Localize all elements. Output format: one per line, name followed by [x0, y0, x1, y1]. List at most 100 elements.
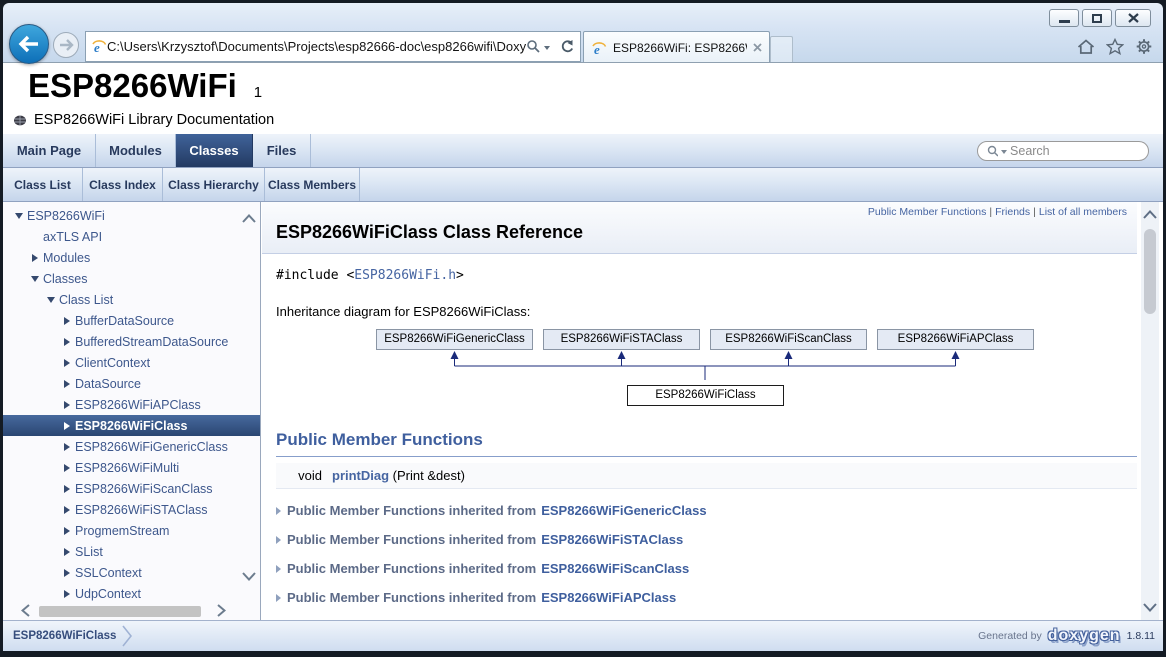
home-icon[interactable]	[1077, 38, 1095, 55]
inherited-prefix: Public Member Functions inherited from	[287, 561, 536, 576]
tree-arrow-icon[interactable]	[27, 268, 43, 289]
tree-arrow-icon[interactable]	[59, 562, 75, 583]
tab-class-hierarchy[interactable]: Class Hierarchy	[163, 168, 265, 201]
url-dropdown-caret-icon[interactable]	[544, 46, 550, 50]
tree-arrow-icon[interactable]	[11, 205, 27, 226]
tree-item-bufferedstreamdatasource[interactable]: BufferedStreamDataSource	[3, 331, 260, 352]
tree-item-modules[interactable]: Modules	[3, 247, 260, 268]
inherited-class-link[interactable]: ESP8266WiFiAPClass	[541, 590, 676, 605]
inherited-section-staclass[interactable]: Public Member Functions inherited from E…	[276, 532, 1137, 547]
address-bar[interactable]: e C:\Users\Krzysztof\Documents\Projects\…	[85, 31, 581, 62]
tab-main-page[interactable]: Main Page	[3, 134, 96, 167]
tree-arrow-icon[interactable]	[59, 478, 75, 499]
inherited-class-link[interactable]: ESP8266WiFiSTAClass	[541, 532, 683, 547]
tab-class-list[interactable]: Class List	[3, 168, 83, 201]
new-tab-button[interactable]	[770, 36, 793, 63]
minimize-button[interactable]	[1049, 9, 1079, 27]
doxygen-page: ESP8266WiFi1 ESP8266WiFi Library Documen…	[3, 62, 1163, 651]
diagram-node-scanclass[interactable]: ESP8266WiFiScanClass	[710, 329, 867, 350]
tree-arrow-icon[interactable]	[59, 541, 75, 562]
tree-item-esp8266wifiapclass[interactable]: ESP8266WiFiAPClass	[3, 394, 260, 415]
inherited-section-scanclass[interactable]: Public Member Functions inherited from E…	[276, 561, 1137, 576]
tree-item-progmemstream[interactable]: ProgmemStream	[3, 520, 260, 541]
tree-item-axtls-api[interactable]: axTLS API	[3, 226, 260, 247]
tree-item-esp8266wifiscanclass[interactable]: ESP8266WiFiScanClass	[3, 478, 260, 499]
content-scroll-thumb[interactable]	[1144, 229, 1156, 314]
tree-item-esp8266wificlass[interactable]: ESP8266WiFiClass	[3, 415, 260, 436]
expand-arrow-icon	[276, 565, 281, 573]
navpath-footer: ESP8266WiFiClass Generated by doxygen 1.…	[3, 620, 1163, 651]
diagram-node-apclass[interactable]: ESP8266WiFiAPClass	[877, 329, 1034, 350]
content-scroll-down-icon[interactable]	[1143, 603, 1157, 612]
tree-scroll-down-icon[interactable]	[242, 572, 256, 581]
content-scroll-up-icon[interactable]	[1143, 210, 1157, 219]
include-file-link[interactable]: ESP8266WiFi.h	[354, 268, 456, 283]
include-suffix: >	[456, 268, 464, 283]
settings-gear-icon[interactable]	[1135, 38, 1153, 55]
tree-arrow-icon[interactable]	[59, 436, 75, 457]
tree-item-esp8266wifimulti[interactable]: ESP8266WiFiMulti	[3, 457, 260, 478]
search-options-caret-icon[interactable]	[1001, 150, 1007, 154]
search-box[interactable]	[977, 141, 1149, 161]
tree-item-esp8266wifistaclass[interactable]: ESP8266WiFiSTAClass	[3, 499, 260, 520]
tree-item-label: ESP8266WiFiScanClass	[75, 482, 213, 496]
tree-arrow-icon[interactable]	[59, 457, 75, 478]
inherited-class-link[interactable]: ESP8266WiFiGenericClass	[541, 503, 706, 518]
tree-arrow-icon[interactable]	[59, 373, 75, 394]
forward-button[interactable]	[53, 32, 79, 58]
tree-arrow-icon[interactable]	[59, 520, 75, 541]
inherited-section-genericclass[interactable]: Public Member Functions inherited from E…	[276, 503, 1137, 518]
inherited-section-apclass[interactable]: Public Member Functions inherited from E…	[276, 590, 1137, 605]
diagram-node-genericclass[interactable]: ESP8266WiFiGenericClass	[376, 329, 533, 350]
tab-close-icon[interactable]	[753, 43, 762, 52]
diagram-node-staclass[interactable]: ESP8266WiFiSTAClass	[543, 329, 700, 350]
tree-item-esp8266wifigenericclass[interactable]: ESP8266WiFiGenericClass	[3, 436, 260, 457]
tree-arrow-icon[interactable]	[59, 310, 75, 331]
tree-item-datasource[interactable]: DataSource	[3, 373, 260, 394]
tree-item-esp8266wifi[interactable]: ESP8266WiFi	[3, 205, 260, 226]
tree-arrow-icon[interactable]	[59, 394, 75, 415]
maximize-button[interactable]	[1082, 9, 1112, 27]
search-input[interactable]	[1010, 144, 1139, 158]
tree-scroll-right-icon[interactable]	[217, 604, 226, 617]
tree-item-bufferdatasource[interactable]: BufferDataSource	[3, 310, 260, 331]
tree-item-sslcontext[interactable]: SSLContext	[3, 562, 260, 583]
close-button[interactable]	[1115, 9, 1151, 27]
tree-scroll-left-icon[interactable]	[21, 604, 30, 617]
refresh-icon[interactable]	[559, 39, 575, 55]
tree-arrow-icon[interactable]	[59, 352, 75, 373]
tab-class-members[interactable]: Class Members	[265, 168, 360, 201]
tree-arrow-icon[interactable]	[43, 289, 59, 310]
inherited-class-link[interactable]: ESP8266WiFiScanClass	[541, 561, 689, 576]
search-url-icon[interactable]	[526, 39, 541, 54]
tree-arrow-icon[interactable]	[27, 247, 43, 268]
tree-arrow-icon[interactable]	[59, 499, 75, 520]
doxygen-logo[interactable]: doxygen	[1048, 627, 1121, 645]
summary-link-all-members[interactable]: List of all members	[1039, 206, 1127, 218]
favorites-star-icon[interactable]	[1106, 38, 1124, 55]
back-button[interactable]	[9, 24, 49, 64]
member-name-link[interactable]: printDiag	[332, 468, 389, 483]
tree-item-clientcontext[interactable]: ClientContext	[3, 352, 260, 373]
tree-item-slist[interactable]: SList	[3, 541, 260, 562]
tab-class-index[interactable]: Class Index	[83, 168, 163, 201]
tree-item-class-list[interactable]: Class List	[3, 289, 260, 310]
tab-modules[interactable]: Modules	[96, 134, 176, 167]
tree-horizontal-scroll-thumb[interactable]	[39, 606, 201, 617]
tree-scroll-up-icon[interactable]	[242, 214, 256, 223]
tree-item-udpcontext[interactable]: UdpContext	[3, 583, 260, 604]
tab-files[interactable]: Files	[253, 134, 311, 167]
summary-link-friends[interactable]: Friends	[995, 206, 1030, 218]
browser-tab[interactable]: e ESP8266WiFi: ESP8266WiFi...	[583, 31, 770, 63]
content-scrollbar[interactable]	[1141, 202, 1159, 620]
url-text[interactable]: C:\Users\Krzysztof\Documents\Projects\es…	[107, 39, 526, 54]
tree-arrow-icon[interactable]	[59, 415, 75, 436]
browser-chrome: e C:\Users\Krzysztof\Documents\Projects\…	[3, 3, 1163, 62]
tree-arrow-icon[interactable]	[59, 583, 75, 604]
summary-link-public-members[interactable]: Public Member Functions	[868, 206, 986, 218]
tree-item-label: SSLContext	[75, 566, 142, 580]
breadcrumb[interactable]: ESP8266WiFiClass	[13, 621, 132, 651]
tab-classes[interactable]: Classes	[176, 134, 253, 167]
tree-item-classes[interactable]: Classes	[3, 268, 260, 289]
tree-arrow-icon[interactable]	[59, 331, 75, 352]
